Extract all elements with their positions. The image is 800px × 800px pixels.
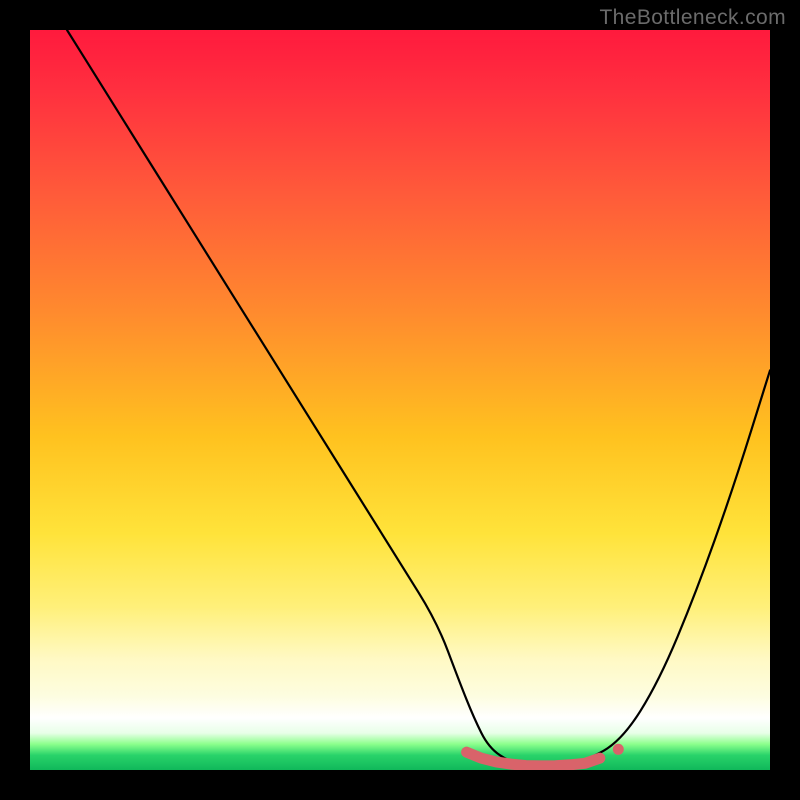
bottleneck-curve [67,30,770,766]
chart-frame: TheBottleneck.com [0,0,800,800]
chart-plot-area [30,30,770,770]
watermark-text: TheBottleneck.com [599,6,786,30]
recommended-range-line [467,752,600,766]
chart-svg [30,30,770,770]
recommended-range-end-dot [613,744,624,755]
